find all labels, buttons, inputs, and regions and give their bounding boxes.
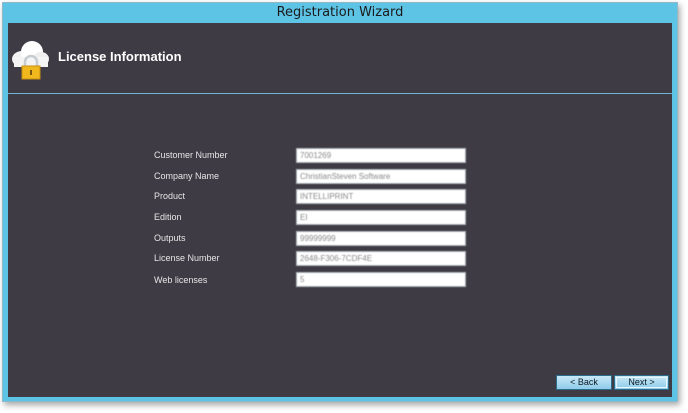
edition-field[interactable]: EI bbox=[296, 210, 466, 225]
edition-label: Edition bbox=[154, 212, 182, 222]
wizard-body: License Information Customer Number 7001… bbox=[8, 23, 672, 397]
license-number-field[interactable]: 2648-F306-7CDF4E bbox=[296, 251, 466, 266]
license-form: Customer Number 7001269 Company Name Chr… bbox=[8, 23, 672, 397]
company-name-label: Company Name bbox=[154, 171, 220, 181]
outputs-label: Outputs bbox=[154, 233, 186, 243]
product-label: Product bbox=[154, 191, 186, 201]
web-licenses-label: Web licenses bbox=[154, 275, 208, 285]
next-button[interactable]: Next > bbox=[614, 375, 669, 390]
customer-number-label: Customer Number bbox=[154, 150, 228, 160]
license-number-label: License Number bbox=[154, 253, 220, 263]
window-title: Registration Wizard bbox=[276, 5, 404, 20]
customer-number-field[interactable]: 7001269 bbox=[296, 148, 466, 163]
back-button[interactable]: < Back bbox=[556, 375, 612, 390]
company-name-field[interactable]: ChristianSteven Software bbox=[296, 169, 466, 184]
web-licenses-field[interactable]: 5 bbox=[296, 272, 466, 287]
outputs-field[interactable]: 99999999 bbox=[296, 231, 466, 246]
registration-wizard-window: Registration Wizard License Information … bbox=[2, 2, 678, 402]
product-field[interactable]: INTELLIPRINT bbox=[296, 189, 466, 204]
